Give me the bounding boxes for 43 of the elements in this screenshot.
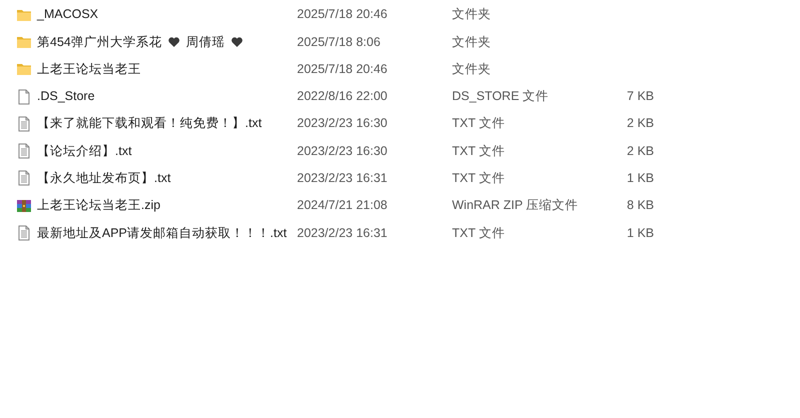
file-type: TXT 文件 [452, 224, 506, 242]
file-type: 文件夹 [452, 6, 492, 24]
file-name: 上老王论坛当老王 [37, 60, 141, 78]
text-file-icon [16, 225, 32, 242]
file-name: _MACOSX [37, 6, 98, 24]
modified-date: 2023/2/23 16:31 [297, 224, 388, 242]
file-type: TXT 文件 [452, 115, 506, 132]
file-name: 【永久地址发布页】.txt [37, 170, 171, 188]
file-type: TXT 文件 [452, 142, 506, 160]
blank-file-icon [16, 88, 32, 105]
file-name: .DS_Store [37, 88, 95, 106]
modified-date: 2022/8/16 22:00 [297, 88, 388, 106]
file-name: 【来了就能下载和观看！纯免费！】.txt [37, 115, 262, 132]
modified-date: 2025/7/18 20:46 [297, 6, 388, 24]
file-name: 【论坛介绍】.txt [37, 142, 132, 160]
file-name: 最新地址及APP请发邮箱自动获取！！！.txt [37, 224, 287, 242]
modified-date: 2023/2/23 16:30 [297, 142, 388, 160]
file-type: TXT 文件 [452, 170, 506, 188]
modified-date: 2023/2/23 16:31 [297, 170, 388, 188]
file-size: 1 KB [626, 224, 654, 242]
text-file-icon [16, 170, 32, 186]
file-type: DS_STORE 文件 [452, 88, 550, 106]
file-size: 2 KB [626, 115, 654, 132]
file-name: 周倩瑶 [186, 34, 225, 51]
heart-icon [230, 36, 243, 48]
file-size: 1 KB [626, 170, 654, 188]
heart-icon [168, 36, 180, 48]
file-name: 上老王论坛当老王.zip [37, 197, 160, 214]
text-file-icon [16, 116, 32, 132]
text-file-icon [16, 143, 32, 160]
modified-date: 2025/7/18 20:46 [297, 60, 388, 78]
file-type: 文件夹 [452, 34, 492, 51]
file-type: 文件夹 [452, 60, 492, 78]
modified-date: 2024/7/21 21:08 [297, 197, 388, 214]
file-type: WinRAR ZIP 压缩文件 [452, 197, 580, 214]
modified-date: 2023/2/23 16:30 [297, 115, 388, 132]
file-name: 第454弹广州大学系花 [37, 34, 162, 51]
modified-date: 2025/7/18 8:06 [297, 34, 382, 51]
archive-icon [16, 198, 32, 214]
file-size: 8 KB [626, 197, 654, 214]
file-size: 7 KB [626, 88, 654, 106]
file-size: 2 KB [626, 142, 654, 160]
folder-icon [16, 61, 32, 78]
